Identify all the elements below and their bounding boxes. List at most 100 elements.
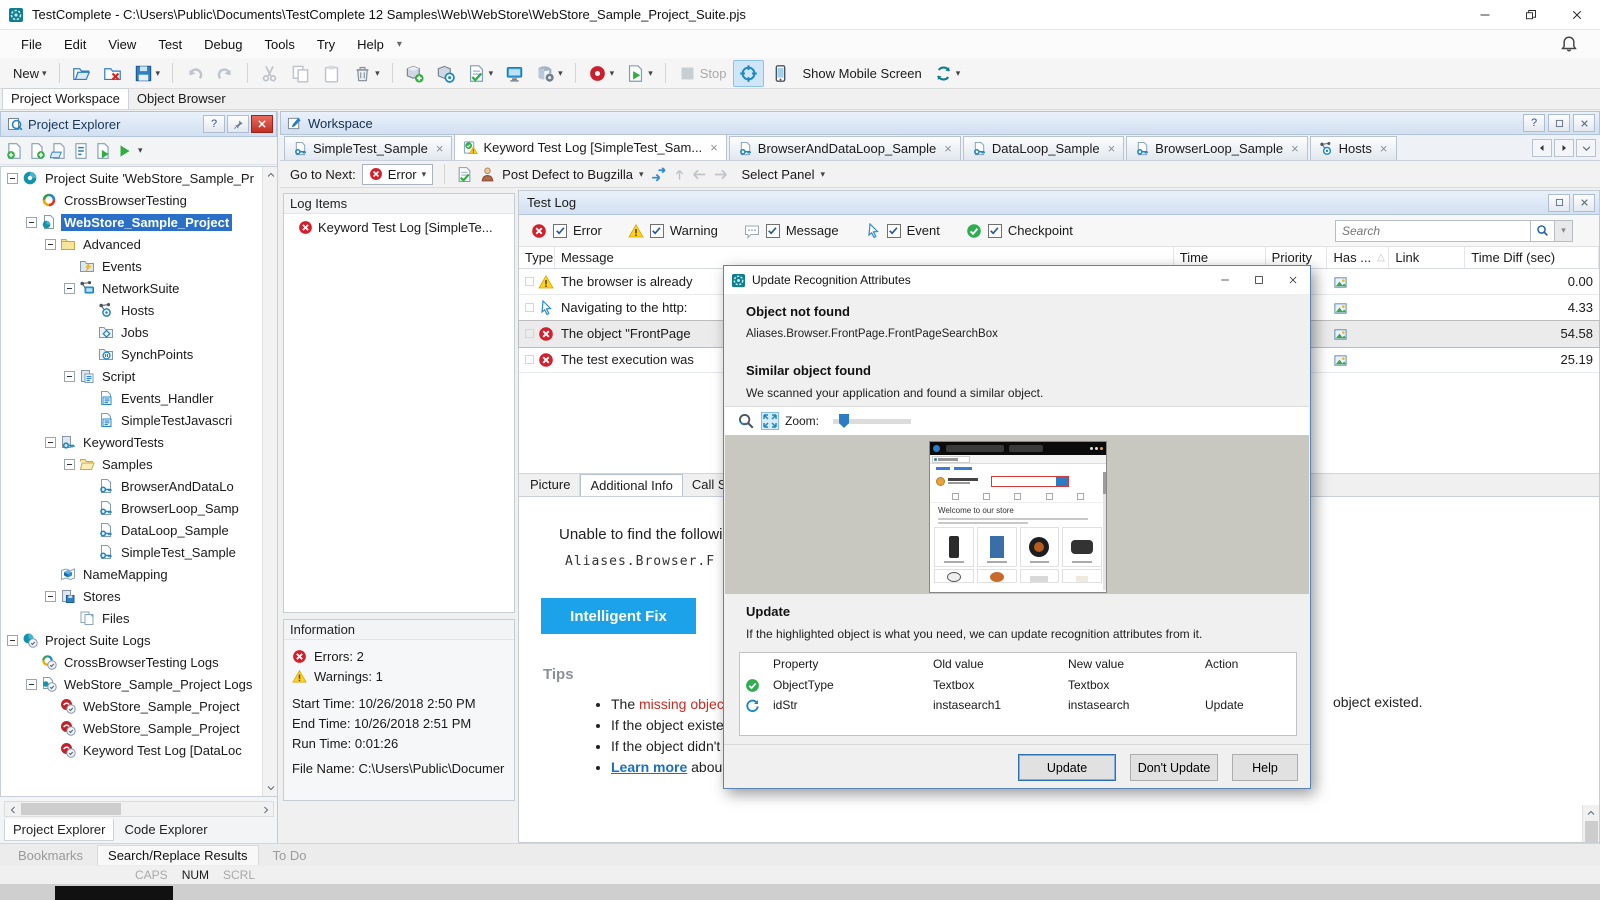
fit-to-screen-icon[interactable]	[761, 412, 779, 430]
filter-checkpoint[interactable]: Checkpoint	[966, 223, 1073, 239]
tree-item[interactable]: Stores	[1, 585, 277, 607]
checkbox[interactable]	[553, 224, 567, 238]
save-button[interactable]: ▾	[129, 61, 166, 86]
explorer-tab-code-explorer[interactable]: Code Explorer	[116, 819, 215, 841]
tree-item[interactable]: Files	[1, 607, 277, 629]
doc-tab[interactable]: Hosts×	[1310, 136, 1397, 160]
close-tab-icon[interactable]: ×	[436, 141, 444, 156]
tree-item[interactable]: NameMapping	[1, 563, 277, 585]
sync-button[interactable]: ▾	[929, 61, 966, 86]
show-mobile-screen-button[interactable]: Show Mobile Screen	[797, 63, 926, 84]
menu-try[interactable]: Try	[306, 33, 346, 56]
collapse-icon[interactable]	[7, 635, 18, 646]
tree-item[interactable]: CrossBrowserTesting	[1, 189, 277, 211]
menu-debug[interactable]: Debug	[193, 33, 253, 56]
workspace-close-button[interactable]	[1573, 114, 1595, 132]
zoom-slider-thumb[interactable]	[839, 414, 849, 428]
collapse-icon[interactable]	[26, 679, 37, 690]
workspace-restore-button[interactable]	[1548, 114, 1570, 132]
tree-hscrollbar[interactable]	[4, 801, 274, 817]
menu-file[interactable]: File	[10, 33, 53, 56]
close-panel-button[interactable]	[251, 115, 273, 133]
test-log-close-button[interactable]	[1573, 194, 1595, 212]
collapse-icon[interactable]	[45, 437, 56, 448]
tree-item[interactable]: CrossBrowserTesting Logs	[1, 651, 277, 673]
search-button[interactable]	[1531, 220, 1555, 242]
run-project-icon[interactable]	[94, 142, 112, 160]
minimize-button[interactable]	[1462, 0, 1508, 30]
tree-item[interactable]: Advanced	[1, 233, 277, 255]
main-tab-project-workspace[interactable]: Project Workspace	[2, 88, 129, 109]
tree-item[interactable]: Samples	[1, 453, 277, 475]
close-project-button[interactable]	[98, 61, 127, 86]
tree-item[interactable]: WebStore_Sample_Project Logs	[1, 673, 277, 695]
tree-item[interactable]: Jobs	[1, 321, 277, 343]
bottom-tab-search-replace-results[interactable]: Search/Replace Results	[97, 845, 258, 865]
jump-icon[interactable]	[650, 166, 667, 183]
info-tab-additional-info[interactable]: Additional Info	[580, 474, 682, 496]
cut-button[interactable]	[255, 61, 284, 86]
menu-view[interactable]: View	[97, 33, 147, 56]
tree-item[interactable]: KeywordTests	[1, 431, 277, 453]
zoom-slider[interactable]	[833, 414, 911, 428]
highlight-object-button[interactable]	[733, 60, 764, 87]
new-item-icon[interactable]	[28, 142, 46, 160]
checkbox[interactable]	[766, 224, 780, 238]
tree-item[interactable]: Script	[1, 365, 277, 387]
open-item-icon[interactable]	[50, 142, 68, 160]
filter-message[interactable]: Message	[744, 223, 839, 239]
test-log-restore-button[interactable]	[1548, 194, 1570, 212]
select-panel-button[interactable]: Select Panel	[742, 167, 815, 182]
tree-item[interactable]: WebStore_Sample_Project	[1, 211, 277, 233]
attribute-row[interactable]: ObjectTypeTextboxTextbox	[740, 675, 1296, 695]
collapse-icon[interactable]	[64, 371, 75, 382]
tree-item[interactable]: Project Suite 'WebStore_Sample_Pr	[1, 167, 277, 189]
menu-tools[interactable]: Tools	[253, 33, 305, 56]
pin-button[interactable]	[227, 115, 249, 133]
tree-item[interactable]: WebStore_Sample_Project	[1, 717, 277, 739]
search-options-icon[interactable]: ▾	[1555, 220, 1573, 242]
workspace-help-button[interactable]: ?	[1523, 114, 1545, 132]
menu-test[interactable]: Test	[147, 33, 193, 56]
help-button[interactable]: ?	[203, 115, 225, 133]
collapse-icon[interactable]	[64, 283, 75, 294]
tree-item[interactable]: WebStore_Sample_Project	[1, 695, 277, 717]
attribute-row[interactable]: idStrinstasearch1instasearchUpdate	[740, 695, 1296, 715]
info-tab-picture[interactable]: Picture	[521, 474, 580, 496]
tree-item[interactable]: DataLoop_Sample	[1, 519, 277, 541]
forward-button[interactable]	[713, 166, 728, 183]
undo-button[interactable]	[180, 61, 209, 86]
add-project-icon[interactable]	[6, 142, 24, 160]
dont-update-button[interactable]: Don't Update	[1130, 754, 1218, 781]
record-button[interactable]: ▾	[583, 61, 620, 86]
checkbox[interactable]	[887, 224, 901, 238]
main-tab-object-browser[interactable]: Object Browser	[129, 89, 234, 109]
bottom-tab-bookmarks[interactable]: Bookmarks	[8, 846, 93, 865]
doc-tab[interactable]: SimpleTest_Sample×	[284, 136, 452, 160]
close-tab-icon[interactable]: ×	[1108, 141, 1116, 156]
checkbox[interactable]	[650, 224, 664, 238]
filter-error[interactable]: Error	[531, 223, 602, 239]
log-item[interactable]: Keyword Test Log [SimpleTe...	[284, 214, 514, 235]
dialog-minimize-button[interactable]	[1208, 266, 1242, 294]
tab-list-button[interactable]	[1576, 139, 1596, 157]
doc-tab[interactable]: Keyword Test Log [SimpleTest_Sam...×	[454, 134, 726, 160]
collapse-icon[interactable]	[64, 459, 75, 470]
checklist-button[interactable]: ▾	[462, 61, 499, 86]
close-tab-icon[interactable]: ×	[1380, 141, 1388, 156]
collapse-icon[interactable]	[7, 173, 18, 184]
delete-button[interactable]: ▾	[348, 61, 385, 86]
close-tab-icon[interactable]: ×	[1291, 141, 1299, 156]
collapse-icon[interactable]	[26, 217, 37, 228]
new-button[interactable]: New▾	[8, 63, 52, 84]
mobile-screen-button[interactable]	[766, 61, 795, 86]
run-options-icon[interactable]	[116, 142, 134, 160]
tree-item[interactable]: Keyword Test Log [DataLoc	[1, 739, 277, 761]
paste-button[interactable]	[317, 61, 346, 86]
doc-tab[interactable]: DataLoop_Sample×	[963, 136, 1124, 160]
filter-event[interactable]: Event	[865, 223, 940, 239]
goto-next-dropdown[interactable]: Error▾	[362, 164, 433, 185]
tree-item[interactable]: SynchPoints	[1, 343, 277, 365]
issue-tracking-icon[interactable]	[456, 166, 473, 183]
copy-button[interactable]	[286, 61, 315, 86]
